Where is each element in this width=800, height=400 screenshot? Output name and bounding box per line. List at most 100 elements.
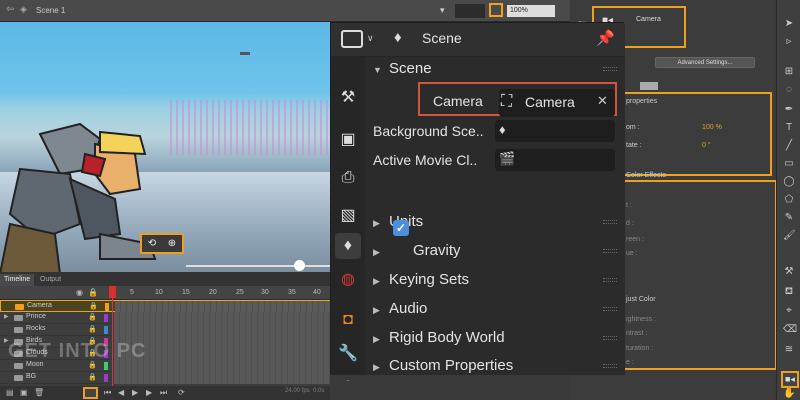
stage-thumbnail[interactable] — [455, 4, 485, 18]
brush-tool-icon[interactable]: 🖌 — [783, 230, 796, 241]
layer-color-swatch[interactable] — [104, 362, 108, 370]
eye-column-icon[interactable]: ◉ — [76, 288, 83, 297]
paint-bucket-icon[interactable]: ⛾ — [783, 286, 795, 299]
layer-frames[interactable] — [114, 312, 330, 324]
drag-handle-icon[interactable] — [603, 307, 617, 311]
expand-triangle-icon[interactable]: ▶ — [373, 334, 380, 345]
drag-handle-icon[interactable] — [603, 336, 617, 340]
layer-color-swatch[interactable] — [104, 314, 108, 322]
subselect-tool-icon[interactable]: ▹ — [783, 36, 795, 47]
fps-readout[interactable]: 24.00 fps — [285, 388, 310, 394]
section-gravity[interactable]: Gravity — [413, 242, 461, 259]
expand-triangle-icon[interactable]: ▶ — [373, 218, 380, 229]
rectangle-tool-icon[interactable]: ▭ — [783, 158, 795, 169]
layer-color-swatch[interactable] — [105, 303, 109, 311]
eyedropper-icon[interactable]: ⌖ — [783, 305, 795, 316]
chevron-down-icon[interactable]: ∨ — [367, 33, 374, 44]
selection-tool-icon[interactable]: ➤ — [783, 18, 795, 29]
scene-breadcrumb[interactable]: Scene 1 — [36, 6, 65, 15]
tab-output[interactable]: Output — [36, 274, 65, 286]
oval-tool-icon[interactable]: ◯ — [783, 176, 795, 187]
gravity-checkbox[interactable]: ✓ — [393, 220, 409, 236]
drag-handle-icon[interactable] — [603, 364, 617, 368]
bone-tool-icon[interactable]: ⚒ — [783, 266, 795, 277]
back-arrow-icon[interactable]: ⇦ — [6, 4, 14, 15]
particles-tab-icon[interactable]: ⁘ — [335, 373, 361, 381]
color-swatch[interactable] — [640, 82, 658, 90]
time-readout[interactable]: 0.0s — [313, 388, 324, 394]
scene-tab-icon[interactable]: ♦ — [335, 233, 361, 259]
frame-ruler[interactable]: ◉ 🔒 1 5 10 15 20 25 30 35 40 — [0, 286, 330, 300]
collapse-triangle-icon[interactable]: ▼ — [373, 65, 382, 75]
expand-triangle-icon[interactable]: ▶ — [4, 313, 9, 320]
camera-tool-button[interactable]: ■◂ — [781, 371, 799, 388]
editor-type-icon[interactable] — [341, 30, 363, 48]
world-tab-icon[interactable]: ◍ — [335, 267, 361, 293]
new-layer-icon[interactable]: ▤ — [6, 388, 14, 397]
new-folder-icon[interactable]: ▣ — [20, 388, 28, 397]
line-tool-icon[interactable]: ╱ — [783, 140, 795, 151]
polystar-tool-icon[interactable]: ⬠ — [783, 194, 795, 205]
transform-tool-icon[interactable]: ⊞ — [783, 66, 795, 77]
delete-layer-icon[interactable]: 🗑 — [34, 388, 44, 397]
advanced-settings-button[interactable]: Advanced Settings... — [655, 57, 755, 68]
add-camera-button[interactable] — [83, 387, 98, 399]
view-layer-tab-icon[interactable]: ▧ — [335, 203, 361, 229]
layer-row-bg[interactable]: BG 🔒 — [0, 372, 330, 384]
expand-triangle-icon[interactable]: ▶ — [373, 276, 380, 287]
tab-timeline[interactable]: Timeline — [0, 274, 35, 286]
rotate-camera-icon[interactable]: ⟲ — [148, 238, 156, 249]
modifier-tab-icon[interactable]: 🔧 — [335, 341, 361, 367]
camera-field[interactable]: ⛶ Camera ✕ — [499, 89, 615, 117]
lock-icon[interactable]: 🔒 — [88, 325, 97, 333]
lasso-tool-icon[interactable]: ◌ — [783, 84, 795, 95]
layer-row-camera[interactable]: Camera 🔒 — [0, 300, 331, 313]
play-icon[interactable]: ▶ — [132, 388, 138, 397]
layer-color-swatch[interactable] — [104, 326, 108, 334]
render-tab-icon[interactable]: ▣ — [335, 127, 361, 153]
drag-handle-icon[interactable] — [603, 249, 617, 253]
go-last-icon[interactable]: ⏭ — [160, 388, 167, 398]
width-tool-icon[interactable]: ≋ — [783, 344, 795, 355]
clear-icon[interactable]: ✕ — [597, 93, 608, 109]
zoom-camera-icon[interactable]: ⊕ — [168, 238, 176, 249]
pen-tool-icon[interactable]: ✒ — [783, 104, 795, 115]
camera-tool-highlight[interactable] — [489, 3, 503, 17]
lock-icon[interactable]: 🔒 — [89, 302, 98, 310]
active-clip-field[interactable]: 🎬 — [495, 149, 615, 171]
layer-row-rocks[interactable]: Rocks 🔒 — [0, 324, 330, 336]
layer-frames[interactable] — [114, 372, 330, 384]
pin-icon[interactable]: 📌 — [596, 29, 615, 47]
eraser-tool-icon[interactable]: ⌫ — [783, 324, 797, 335]
lock-icon[interactable]: 🔒 — [88, 373, 97, 381]
edit-scene-icon[interactable]: ▾ — [440, 5, 445, 16]
section-rigid-body-world[interactable]: Rigid Body World — [389, 329, 505, 346]
layer-frames[interactable] — [114, 324, 330, 336]
step-forward-icon[interactable]: ▶ — [146, 388, 152, 397]
hand-tool-icon[interactable]: ✋ — [783, 388, 795, 399]
expand-triangle-icon[interactable]: ▶ — [373, 362, 380, 373]
camera-zoom-knob[interactable] — [294, 260, 305, 271]
object-tab-icon[interactable]: ◘ — [335, 307, 361, 333]
camera-controls-overlay[interactable]: ⟲ ⊕ — [140, 233, 184, 254]
camera-zoom-track[interactable] — [186, 265, 335, 267]
zoom-value[interactable]: 100 % — [702, 124, 722, 131]
expand-triangle-icon[interactable]: ▶ — [373, 247, 380, 258]
section-audio[interactable]: Audio — [389, 300, 427, 317]
drag-handle-icon[interactable] — [603, 67, 617, 71]
step-back-icon[interactable]: ◀ — [118, 388, 124, 397]
rotate-value[interactable]: 0 ° — [702, 142, 711, 149]
go-first-icon[interactable]: ⏮ — [104, 388, 111, 398]
layer-color-swatch[interactable] — [104, 374, 108, 382]
expand-triangle-icon[interactable]: ▶ — [373, 305, 380, 316]
drag-handle-icon[interactable] — [603, 278, 617, 282]
panel-title[interactable]: Scene — [389, 60, 432, 77]
pencil-tool-icon[interactable]: ✎ — [783, 212, 795, 223]
text-tool-icon[interactable]: T — [783, 122, 795, 133]
drag-handle-icon[interactable] — [603, 220, 617, 224]
background-scene-field[interactable]: ♦ — [495, 120, 615, 142]
tool-tab-icon[interactable]: ⚒ — [335, 85, 361, 111]
loop-icon[interactable]: ⟳ — [178, 388, 185, 397]
section-keying-sets[interactable]: Keying Sets — [389, 271, 469, 288]
layer-row-prince[interactable]: ▶ Prince 🔒 — [0, 312, 330, 324]
